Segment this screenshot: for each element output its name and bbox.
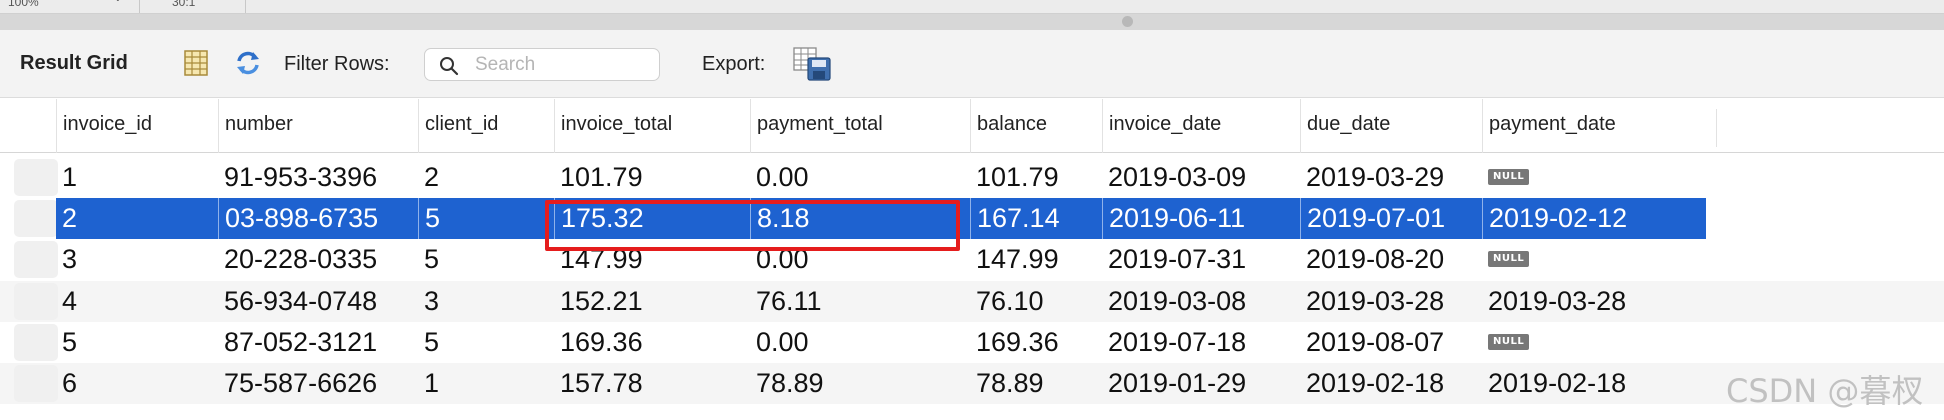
export-label: Export: (702, 53, 766, 75)
column-header-invoice-date[interactable]: invoice_date (1102, 99, 1300, 153)
table-row[interactable]: 3 20-228-0335 5 147.99 0.00 147.99 2019-07-31 2… (0, 239, 1944, 280)
row-gutter[interactable] (14, 283, 58, 320)
panel-splitter[interactable] (0, 14, 1944, 30)
row-gutter[interactable] (14, 241, 58, 278)
cell-balance[interactable]: 167.14 (970, 198, 1102, 239)
result-toolbar: Result Grid Filter Rows: Export: (0, 30, 1944, 98)
limit-field[interactable]: 30:1 (142, 0, 246, 13)
cell-number[interactable]: 20-228-0335 (218, 239, 418, 280)
column-header-payment-total[interactable]: payment_total (750, 99, 970, 153)
null-cell[interactable]: NULL (1482, 157, 1716, 198)
cell-number[interactable]: 87-052-3121 (218, 322, 418, 363)
column-header-invoice-id[interactable]: invoice_id (56, 99, 218, 153)
form-editor-icon[interactable] (184, 50, 208, 76)
cell-invoice-date[interactable]: 2019-06-11 (1102, 198, 1300, 239)
cell-due-date[interactable]: 2019-03-28 (1300, 281, 1482, 322)
export-icon[interactable] (792, 46, 832, 82)
search-icon (440, 57, 459, 76)
cell-due-date[interactable]: 2019-03-29 (1300, 157, 1482, 198)
result-grid[interactable]: invoice_id number client_id invoice_total pa… (0, 99, 1944, 420)
cell-number[interactable]: 91-953-3396 (218, 157, 418, 198)
cell-payment-date[interactable]: 2019-02-12 (1482, 198, 1716, 239)
column-header-due-date[interactable]: due_date (1300, 99, 1482, 153)
grid-header-row: invoice_id number client_id invoice_total pa… (0, 99, 1944, 153)
cell-payment-total[interactable]: 76.11 (750, 281, 970, 322)
cell-invoice-date[interactable]: 2019-01-29 (1102, 363, 1300, 404)
column-header-number[interactable]: number (218, 99, 418, 153)
filter-rows-label: Filter Rows: (284, 53, 390, 75)
cell-due-date[interactable]: 2019-07-01 (1300, 198, 1482, 239)
top-strip: 100% ⌄ 30:1 (0, 0, 1944, 14)
watermark: CSDN @暮杈 (1726, 372, 1924, 410)
column-header-balance[interactable]: balance (970, 99, 1102, 153)
column-header-payment-date[interactable]: payment_date (1482, 99, 1716, 153)
cell-invoice-id[interactable]: 4 (56, 281, 218, 322)
limit-value: 30:1 (172, 0, 196, 9)
row-gutter[interactable] (14, 365, 58, 402)
cell-client-id[interactable]: 2 (418, 157, 554, 198)
cell-invoice-id[interactable]: 5 (56, 322, 218, 363)
cell-number[interactable]: 75-587-6626 (218, 363, 418, 404)
cell-balance[interactable]: 169.36 (970, 322, 1102, 363)
null-badge: NULL (1488, 168, 1530, 185)
cell-invoice-total[interactable]: 175.32 (554, 198, 750, 239)
cell-invoice-id[interactable]: 6 (56, 363, 218, 404)
column-header-client-id[interactable]: client_id (418, 99, 554, 153)
cell-invoice-date[interactable]: 2019-03-08 (1102, 281, 1300, 322)
cell-client-id[interactable]: 1 (418, 363, 554, 404)
table-row[interactable]: 1 91-953-3396 2 101.79 0.00 101.79 2019-03-09 2… (0, 157, 1944, 198)
refresh-icon[interactable] (234, 49, 262, 77)
cell-payment-total[interactable]: 78.89 (750, 363, 970, 404)
cell-client-id[interactable]: 5 (418, 198, 554, 239)
cell-invoice-date[interactable]: 2019-07-18 (1102, 322, 1300, 363)
cell-number[interactable]: 03-898-6735 (218, 198, 418, 239)
cell-invoice-date[interactable]: 2019-07-31 (1102, 239, 1300, 280)
cell-number[interactable]: 56-934-0748 (218, 281, 418, 322)
cell-invoice-total[interactable]: 152.21 (554, 281, 750, 322)
column-header-invoice-total[interactable]: invoice_total (554, 99, 750, 153)
cell-invoice-id[interactable]: 2 (56, 198, 218, 239)
splitter-handle[interactable] (1122, 16, 1133, 27)
table-row[interactable]: 4 56-934-0748 3 152.21 76.11 76.10 2019-03-08 2… (0, 281, 1944, 322)
table-row[interactable]: 6 75-587-6626 1 157.78 78.89 78.89 2019-01-29 2… (0, 363, 1944, 404)
cell-balance[interactable]: 78.89 (970, 363, 1102, 404)
filter-search-input[interactable] (475, 53, 651, 77)
cell-invoice-id[interactable]: 1 (56, 157, 218, 198)
zoom-value: 100% (8, 0, 39, 9)
cell-invoice-total[interactable]: 157.78 (554, 363, 750, 404)
null-badge: NULL (1488, 333, 1530, 350)
null-badge: NULL (1488, 250, 1530, 267)
cell-payment-date[interactable]: 2019-03-28 (1482, 281, 1716, 322)
zoom-select[interactable]: 100% ⌄ (0, 0, 140, 13)
cell-invoice-total[interactable]: 147.99 (554, 239, 750, 280)
header-end-divider (1716, 109, 1717, 147)
cell-invoice-total[interactable]: 101.79 (554, 157, 750, 198)
cell-client-id[interactable]: 5 (418, 322, 554, 363)
cell-client-id[interactable]: 5 (418, 239, 554, 280)
cell-due-date[interactable]: 2019-02-18 (1300, 363, 1482, 404)
row-gutter[interactable] (14, 200, 58, 237)
cell-due-date[interactable]: 2019-08-20 (1300, 239, 1482, 280)
filter-search-box[interactable] (424, 48, 660, 81)
cell-client-id[interactable]: 3 (418, 281, 554, 322)
null-cell[interactable]: NULL (1482, 322, 1716, 363)
cell-invoice-total[interactable]: 169.36 (554, 322, 750, 363)
cell-balance[interactable]: 101.79 (970, 157, 1102, 198)
cell-payment-total[interactable]: 0.00 (750, 157, 970, 198)
cell-payment-total[interactable]: 0.00 (750, 322, 970, 363)
null-cell[interactable]: NULL (1482, 239, 1716, 280)
cell-payment-total[interactable]: 0.00 (750, 239, 970, 280)
cell-due-date[interactable]: 2019-08-07 (1300, 322, 1482, 363)
table-row[interactable]: 2 03-898-6735 5 175.32 8.18 167.14 2019-06-11 2… (0, 198, 1944, 239)
cell-payment-total[interactable]: 8.18 (750, 198, 970, 239)
cell-payment-date[interactable]: 2019-02-18 (1482, 363, 1716, 404)
table-row[interactable]: 5 87-052-3121 5 169.36 0.00 169.36 2019-07-18 2… (0, 322, 1944, 363)
cell-balance[interactable]: 76.10 (970, 281, 1102, 322)
row-gutter[interactable] (14, 159, 58, 196)
cell-invoice-id[interactable]: 3 (56, 239, 218, 280)
cell-balance[interactable]: 147.99 (970, 239, 1102, 280)
row-gutter[interactable] (14, 324, 58, 361)
cell-invoice-date[interactable]: 2019-03-09 (1102, 157, 1300, 198)
result-grid-title[interactable]: Result Grid (20, 52, 128, 75)
